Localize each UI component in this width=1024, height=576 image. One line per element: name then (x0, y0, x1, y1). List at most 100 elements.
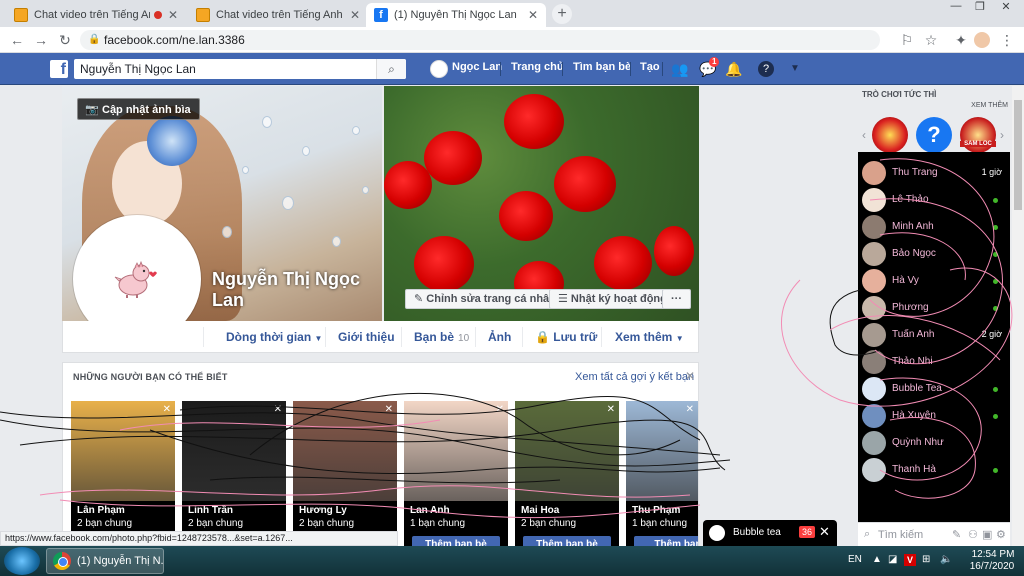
close-window-icon[interactable]: ✕ (994, 0, 1018, 16)
suggestion-name[interactable]: Mai Hoa (521, 505, 559, 516)
input-language[interactable]: EN (848, 554, 862, 565)
suggestion-photo[interactable] (71, 401, 175, 501)
taskbar-chrome-item[interactable]: (1) Nguyễn Thị N... (46, 548, 164, 574)
user-avatar-icon[interactable] (430, 60, 448, 78)
suggestion-card[interactable]: ✕ Lân Phạm 2 bạn chung (71, 401, 175, 549)
suggestion-photo[interactable] (515, 401, 619, 501)
start-button[interactable] (4, 547, 40, 575)
reload-icon[interactable]: ↻ (56, 31, 74, 49)
close-icon[interactable]: ✕ (163, 404, 171, 415)
account-menu-chevron-icon[interactable]: ▼ (786, 60, 804, 78)
chat-contact[interactable]: Tuấn Anh 2 giờ (862, 323, 1008, 347)
suggestion-card[interactable]: ✕ Lan Anh 1 bạn chung Thêm bạn bè (404, 401, 508, 549)
game-sam-loc[interactable]: SAM LOC (960, 117, 996, 153)
suggestion-card[interactable]: ✕ Linh Trần 2 bạn chung (182, 401, 286, 549)
chat-contact[interactable]: Phương (862, 296, 1008, 320)
suggestion-photo[interactable] (293, 401, 397, 501)
suggestion-name[interactable]: Thu Phạm (632, 505, 680, 516)
close-tab-icon[interactable]: ✕ (528, 8, 538, 22)
close-icon[interactable]: ✕ (686, 404, 694, 415)
games-see-more-link[interactable]: XEM THÊM (971, 102, 1008, 109)
suggestion-name[interactable]: Lan Anh (410, 505, 450, 516)
close-icon[interactable]: ✕ (385, 404, 393, 415)
forward-arrow-icon[interactable]: → (32, 31, 50, 49)
minimize-icon[interactable]: — (944, 0, 968, 16)
scrollbar-thumb[interactable] (1014, 100, 1022, 210)
chat-contact[interactable]: Bubble Tea (862, 377, 1008, 401)
suggestion-name[interactable]: Linh Trần (188, 505, 233, 516)
chat-contact[interactable]: Quỳnh Như (862, 431, 1008, 455)
chat-contact[interactable]: Hà Xuyên (862, 404, 1008, 428)
suggestion-photo[interactable] (626, 401, 698, 501)
menu-kebab-icon[interactable]: ⋮ (998, 31, 1016, 49)
group-chat-icon[interactable]: ⚇ (968, 528, 978, 541)
more-options-button[interactable]: ··· (662, 289, 691, 309)
chevron-left-icon[interactable]: ‹ (862, 128, 866, 142)
compose-icon[interactable]: ✎ (952, 528, 961, 541)
notifications-bell-icon[interactable]: 🔔 (725, 60, 743, 78)
suggestion-card[interactable]: ✕ Mai Hoa 2 bạn chung Thêm bạn bè (515, 401, 619, 549)
tab-more[interactable]: Xem thêm ▼ (615, 330, 684, 344)
volume-icon[interactable]: 🔈 (940, 554, 952, 565)
profile-avatar-icon[interactable] (974, 32, 990, 48)
search-icon[interactable]: ⌕ (376, 59, 406, 79)
tray-network-icon[interactable]: ⊞ (922, 554, 930, 565)
browser-tab-3-active[interactable]: f (1) Nguyễn Thị Ngọc Lan ✕ (366, 3, 546, 27)
address-bar[interactable]: 🔒 facebook.com/ne.lan.3386 (80, 30, 880, 50)
close-icon[interactable]: ✕ (607, 404, 615, 415)
restore-icon[interactable]: ❐ (968, 0, 992, 16)
suggestion-name[interactable]: Hương Ly (299, 505, 347, 516)
tab-timeline[interactable]: Dòng thời gian ▼ (226, 330, 322, 344)
chat-contact[interactable]: Thanh Hà (862, 458, 1008, 482)
chevron-right-icon[interactable]: › (1000, 128, 1004, 142)
tray-up-arrow-icon[interactable]: ▲ (872, 554, 882, 565)
back-arrow-icon[interactable]: ← (8, 31, 26, 49)
tab-archive[interactable]: 🔒 Lưu trữ (535, 330, 597, 344)
game-question-icon[interactable]: ? (916, 117, 952, 153)
see-all-suggestions-link[interactable]: Xem tất cả gợi ý kết bạn (575, 371, 694, 383)
close-icon[interactable]: ✕ (274, 404, 282, 415)
close-tab-icon[interactable]: ✕ (350, 8, 360, 22)
activity-log-button[interactable]: ☰ Nhật ký hoạt động (549, 289, 676, 309)
edit-profile-button[interactable]: ✎ Chỉnh sửa trang cá nhân (405, 289, 565, 309)
chat-contact[interactable]: Thảo Nhi (862, 350, 1008, 374)
facebook-logo-icon[interactable]: f (50, 60, 68, 78)
suggestion-photo[interactable] (404, 401, 508, 501)
tab-about[interactable]: Giới thiệu (338, 330, 395, 344)
close-tab-icon[interactable]: ✕ (168, 8, 178, 22)
close-icon[interactable]: ✕ (819, 524, 830, 540)
update-cover-photo-button[interactable]: 📷 Cập nhật ảnh bìa (77, 98, 200, 120)
browser-tab-2[interactable]: Chat video trên Tiếng Anh 123 - ✕ (188, 3, 368, 27)
game-thumbnail[interactable] (872, 117, 908, 153)
chat-contact[interactable]: Hà Vy (862, 269, 1008, 293)
chat-contact[interactable]: Lê Thảo (862, 188, 1008, 212)
suggestion-name[interactable]: Lân Phạm (77, 505, 125, 516)
page-scrollbar[interactable] (1012, 86, 1024, 546)
help-icon[interactable]: ? (758, 61, 774, 77)
suggestion-photo[interactable] (182, 401, 286, 501)
find-friends-link[interactable]: Tìm bạn bè (573, 61, 631, 73)
translate-icon[interactable]: ⚐ (898, 31, 916, 49)
chat-contact[interactable]: Thu Trang 1 giờ (862, 161, 1008, 185)
facebook-search-input[interactable] (74, 59, 406, 79)
settings-gear-icon[interactable]: ⚙ (996, 528, 1006, 541)
suggestion-card[interactable]: ✕ Hương Ly 2 bạn chung (293, 401, 397, 549)
video-call-icon[interactable]: ▣ (982, 528, 992, 541)
user-profile-link[interactable]: Ngọc Lan (452, 61, 502, 73)
chat-contact[interactable]: Minh Anh (862, 215, 1008, 239)
extensions-puzzle-icon[interactable]: ✦ (952, 31, 970, 49)
tab-friends[interactable]: Bạn bè 10 (414, 330, 469, 344)
chat-search-bar[interactable]: ⌕ Tìm kiếm ✎ ⚇ ▣ ⚙ (858, 522, 1010, 546)
tab-photos[interactable]: Ảnh (488, 330, 511, 344)
browser-tab-1[interactable]: Chat video trên Tiếng Anh 123 - ✕ (6, 3, 186, 27)
friend-requests-icon[interactable]: 👥 (671, 60, 689, 78)
close-icon[interactable]: ✕ (496, 404, 504, 415)
tray-v-icon[interactable]: V (904, 554, 916, 566)
chat-tab-popup[interactable]: Bubble tea 36 ✕ (703, 520, 837, 546)
bookmark-star-icon[interactable]: ☆ (922, 31, 940, 49)
create-link[interactable]: Tạo (640, 61, 660, 73)
suggestion-card[interactable]: ✕ Thu Phạm 1 bạn chung Thêm bạn (626, 401, 698, 549)
new-tab-button[interactable]: + (552, 4, 572, 24)
tray-app-icon[interactable]: ◪ (888, 554, 897, 565)
chat-contact[interactable]: Bảo Ngọc (862, 242, 1008, 266)
